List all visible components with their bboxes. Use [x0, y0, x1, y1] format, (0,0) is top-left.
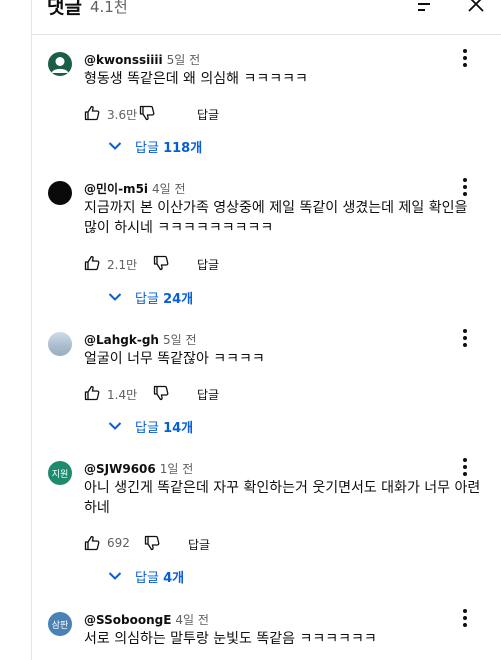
comments-title: 댓글	[47, 0, 82, 18]
avatar[interactable]	[48, 181, 72, 205]
thumb-up-icon[interactable]	[84, 105, 100, 121]
view-replies-button[interactable]: 답글 24개	[108, 288, 308, 308]
comments-panel: 댓글 4.1천 @kwonssiiii 5일 전 형동생 똑같은데 왜 의심해 ㅋ…	[32, 0, 501, 660]
like-count: 1.4만	[107, 388, 138, 402]
like-count: 2.1만	[107, 258, 138, 272]
reply-button[interactable]: 답글	[197, 256, 219, 273]
comment-author[interactable]: @Lahgk-gh	[84, 333, 159, 347]
view-replies-button[interactable]: 답글 14개	[108, 417, 308, 437]
comment-meta: @SSoboongE 4일 전	[84, 611, 209, 628]
comment-actions: 1.4만 답글	[84, 385, 284, 405]
replies-label: 답글 118개	[135, 141, 203, 156]
avatar[interactable]: 삼판	[48, 612, 72, 636]
comment-meta: @SJW9606 1일 전	[84, 460, 193, 477]
avatar-person-icon	[51, 57, 69, 73]
comment-meta: @Lahgk-gh 5일 전	[84, 331, 197, 348]
thumb-down-icon[interactable]	[144, 535, 160, 551]
comment-time[interactable]: 5일 전	[167, 53, 201, 67]
left-rail	[0, 0, 32, 660]
avatar-initials: 삼판	[51, 620, 69, 631]
more-vert-icon[interactable]	[455, 457, 475, 477]
comment-text: 아니 생긴게 똑같은데 자꾸 확인하는거 웃기면서도 대화가 너무 아련하네	[84, 480, 481, 516]
thumb-down-icon[interactable]	[139, 105, 155, 121]
close-icon[interactable]	[466, 0, 486, 14]
comment-text: 얼굴이 너무 똑같잖아 ㅋㅋㅋㅋ	[84, 351, 265, 367]
sort-icon[interactable]	[416, 0, 438, 14]
thumb-down-icon[interactable]	[153, 385, 169, 401]
reply-button[interactable]: 답글	[188, 536, 210, 553]
more-vert-icon[interactable]	[455, 328, 475, 348]
view-replies-button[interactable]: 답글 118개	[108, 137, 308, 157]
like-count: 3.6만	[107, 108, 138, 122]
comment-author[interactable]: @민이-m5i	[84, 182, 148, 196]
avatar[interactable]: 지원	[48, 461, 72, 485]
comment-time[interactable]: 4일 전	[175, 613, 209, 627]
chevron-down-icon	[108, 293, 122, 301]
replies-label: 답글 24개	[135, 292, 194, 307]
comment-actions: 2.1만 답글	[84, 255, 284, 275]
thumb-up-icon[interactable]	[84, 385, 100, 401]
comment-time[interactable]: 4일 전	[152, 182, 186, 196]
comment-actions: 3.6만 답글	[84, 105, 284, 125]
comment-time[interactable]: 5일 전	[163, 333, 197, 347]
thumb-down-icon[interactable]	[153, 255, 169, 271]
more-vert-icon[interactable]	[455, 608, 475, 628]
comment-author[interactable]: @SJW9606	[84, 462, 156, 476]
comment-text: 서로 의심하는 말투랑 눈빛도 똑같음 ㅋㅋㅋㅋㅋㅋ	[84, 631, 377, 647]
reply-button[interactable]: 답글	[197, 386, 219, 403]
replies-label: 답글 14개	[135, 421, 194, 436]
more-vert-icon[interactable]	[455, 48, 475, 68]
chevron-down-icon	[108, 142, 122, 150]
more-vert-icon[interactable]	[455, 177, 475, 197]
replies-label: 답글 4개	[135, 571, 185, 586]
like-count: 692	[107, 536, 130, 550]
chevron-down-icon	[108, 572, 122, 580]
comments-count: 4.1천	[90, 0, 128, 16]
reply-button[interactable]: 답글	[197, 106, 219, 123]
comment-author[interactable]: @kwonssiiii	[84, 53, 163, 67]
comment-meta: @민이-m5i 4일 전	[84, 180, 186, 197]
avatar-initials: 지원	[51, 469, 69, 480]
avatar[interactable]	[48, 332, 72, 356]
thumb-up-icon[interactable]	[84, 255, 100, 271]
comment-text: 형동생 똑같은데 왜 의심해 ㅋㅋㅋㅋㅋ	[84, 71, 308, 87]
comment-meta: @kwonssiiii 5일 전	[84, 51, 200, 68]
comment-author[interactable]: @SSoboongE	[84, 613, 171, 627]
view-replies-button[interactable]: 답글 4개	[108, 567, 308, 587]
comment-text: 지금까지 본 이산가족 영상중에 제일 똑같이 생겼는데 제일 확인을 많이 하…	[84, 200, 468, 236]
comments-header: 댓글 4.1천	[32, 0, 501, 35]
comment-time[interactable]: 1일 전	[160, 462, 194, 476]
thumb-up-icon[interactable]	[84, 535, 100, 551]
chevron-down-icon	[108, 422, 122, 430]
comment-actions: 692 답글	[84, 535, 284, 555]
avatar[interactable]	[48, 52, 72, 76]
